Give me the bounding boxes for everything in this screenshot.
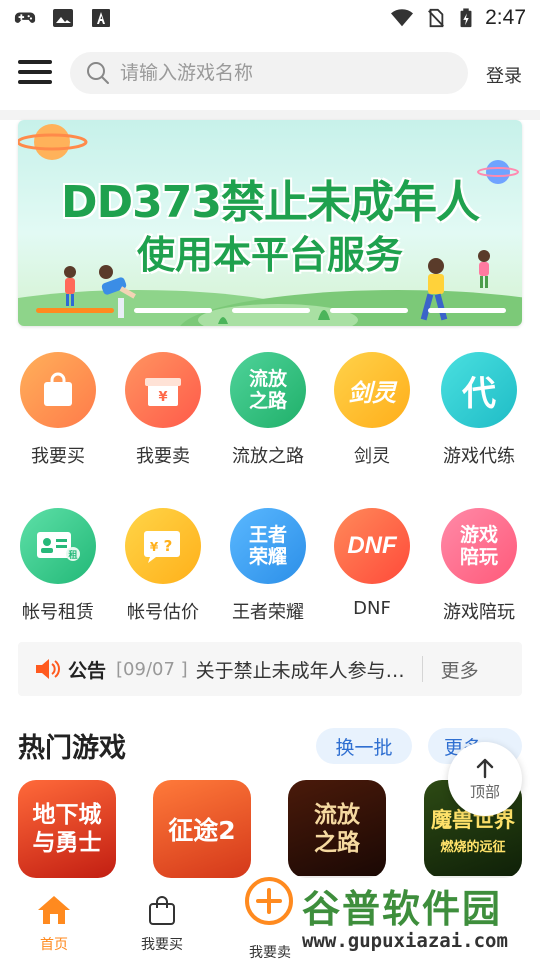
category-game-companion[interactable]: 游戏 陪玩 游戏陪玩 — [431, 508, 527, 624]
no-sim-icon — [428, 8, 445, 28]
category-label: 游戏陪玩 — [443, 602, 515, 623]
carousel-dot[interactable] — [232, 308, 310, 313]
carousel-dot-active[interactable] — [36, 308, 114, 313]
text-a-icon — [92, 9, 110, 27]
game-card-path-of-exile[interactable]: 流放 之路 — [288, 780, 386, 878]
announcement-more-link[interactable]: 更多 — [441, 656, 479, 683]
search-input[interactable] — [120, 62, 440, 84]
category-label: 我要买 — [31, 446, 85, 467]
category-label: 我要卖 — [136, 446, 190, 467]
wifi-icon — [391, 9, 414, 27]
category-honor-of-kings[interactable]: 王者 荣耀 王者荣耀 — [220, 508, 316, 624]
status-right-icons: 2:47 — [391, 6, 526, 30]
announcement-divider — [421, 656, 423, 682]
refresh-button[interactable]: 换一批 — [316, 728, 412, 764]
shopping-bag-icon — [149, 896, 175, 925]
sell-fab[interactable] — [240, 872, 298, 930]
announcement-text[interactable]: 关于禁止未成年人参与游戏交易的公告 — [196, 656, 408, 683]
id-card-icon: 租 — [20, 508, 96, 584]
category-label: DNF — [353, 598, 391, 619]
category-boosting[interactable]: 代 游戏代练 — [431, 352, 527, 468]
image-icon — [53, 9, 73, 27]
category-label: 帐号租赁 — [22, 602, 94, 623]
announcement-title: 公告 — [68, 659, 107, 682]
svg-text:¥: ¥ — [158, 390, 167, 405]
arrow-up-icon — [476, 758, 494, 778]
category-label: 剑灵 — [354, 446, 390, 467]
banner-carousel[interactable]: DD373禁止未成年人 使用本平台服务 — [18, 120, 522, 326]
carousel-dot[interactable] — [428, 308, 506, 313]
search-bar[interactable] — [70, 52, 468, 94]
price-tag-icon: ¥? — [125, 508, 201, 584]
nav-buy[interactable]: 我要买 — [112, 894, 212, 954]
category-sell[interactable]: ¥ 我要卖 — [115, 352, 211, 468]
game-card-dnf[interactable]: 地下城 与勇士 — [18, 780, 116, 878]
banner-subheadline: 使用本平台服务 — [136, 233, 403, 277]
battery-charging-icon — [460, 8, 472, 28]
home-icon — [38, 896, 70, 924]
category-dnf[interactable]: DNF DNF — [324, 508, 420, 619]
gift-yen-icon: ¥ — [125, 352, 201, 428]
gamepad-icon — [14, 12, 36, 23]
category-label: 流放之路 — [232, 446, 304, 467]
game-card-zhengtu2[interactable]: 征途2 — [153, 780, 251, 878]
plus-circle-icon — [245, 877, 293, 925]
path-of-exile-logo-icon: 流放 之路 — [230, 352, 306, 428]
section-divider — [0, 110, 540, 120]
clock: 2:47 — [485, 6, 526, 29]
shopping-bag-icon — [20, 352, 96, 428]
top-bar: 登录 — [0, 46, 540, 102]
category-label: 帐号估价 — [127, 602, 199, 623]
banner-headline: DD373禁止未成年人 — [61, 177, 480, 228]
blade-soul-logo-icon: 剑灵 — [334, 352, 410, 428]
svg-text:租: 租 — [68, 549, 77, 561]
dnf-logo-icon: DNF — [334, 508, 410, 584]
category-account-appraisal[interactable]: ¥? 帐号估价 — [115, 508, 211, 624]
search-icon — [87, 62, 109, 84]
nav-home-label: 首页 — [40, 937, 68, 953]
nav-home[interactable]: 首页 — [4, 894, 104, 954]
carousel-dot[interactable] — [134, 308, 212, 313]
svg-text:¥: ¥ — [150, 540, 159, 554]
game-companion-logo-icon: 游戏 陪玩 — [441, 508, 517, 584]
back-to-top-label: 顶部 — [469, 782, 500, 801]
speaker-icon — [36, 659, 60, 679]
carousel-indicators — [36, 308, 506, 314]
category-buy[interactable]: 我要买 — [10, 352, 106, 468]
login-link[interactable]: 登录 — [486, 62, 522, 88]
category-account-rental[interactable]: 租 帐号租赁 — [10, 508, 106, 624]
site-watermark: 谷普软件园 www.gupuxiazai.com — [296, 876, 540, 960]
honor-of-kings-logo-icon: 王者 荣耀 — [230, 508, 306, 584]
category-label: 游戏代练 — [443, 446, 515, 467]
back-to-top-button[interactable]: 顶部 — [448, 742, 522, 816]
status-left-icons — [14, 8, 112, 28]
status-bar: 2:47 — [0, 0, 540, 36]
category-path-of-exile[interactable]: 流放 之路 流放之路 — [220, 352, 316, 468]
announcement-bar[interactable]: 公告 [09/07 ] 关于禁止未成年人参与游戏交易的公告 更多 — [18, 642, 522, 696]
hot-games-title: 热门游戏 — [18, 733, 126, 764]
menu-icon[interactable] — [18, 58, 52, 86]
svg-text:?: ? — [164, 537, 173, 555]
carousel-dot[interactable] — [330, 308, 408, 313]
category-label: 王者荣耀 — [232, 602, 304, 623]
announcement-date: [09/07 ] — [116, 658, 188, 680]
watermark-text: 谷普软件园 — [302, 887, 503, 931]
game-card-subtitle: 燃烧的远征 — [440, 839, 506, 855]
category-blade-soul[interactable]: 剑灵 剑灵 — [324, 352, 420, 468]
nav-buy-label: 我要买 — [141, 937, 183, 953]
boosting-logo-icon: 代 — [441, 352, 517, 428]
watermark-url: www.gupuxiazai.com — [302, 930, 508, 952]
